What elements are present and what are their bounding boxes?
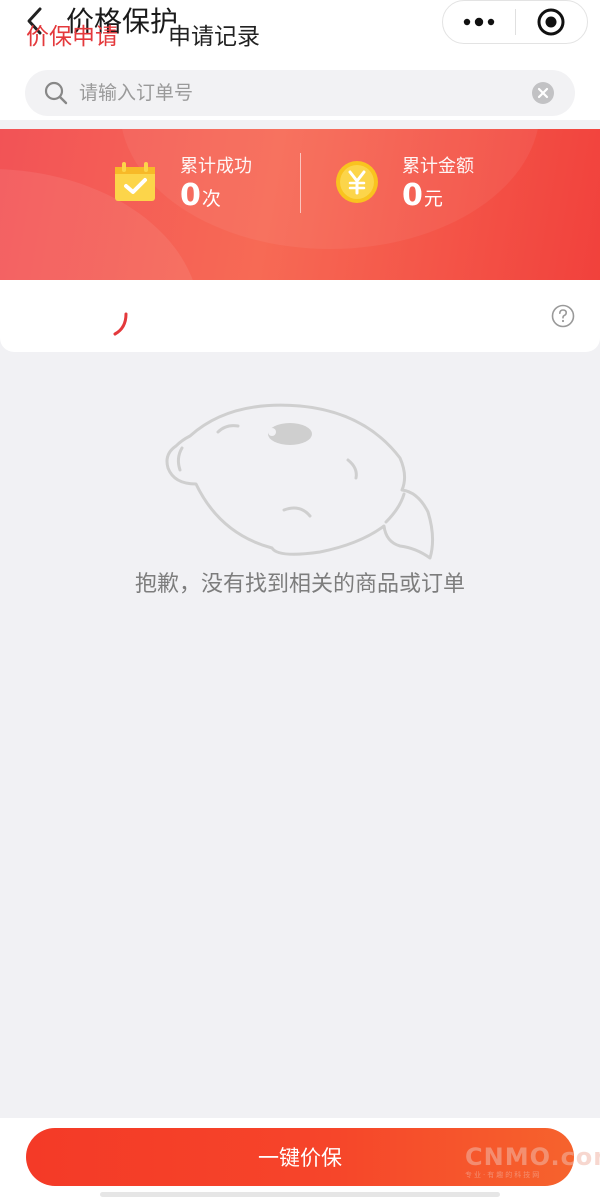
help-circle-icon[interactable] [551, 304, 575, 328]
tab-application-records[interactable]: 申请记录 [168, 22, 260, 52]
stat-label: 累计成功 [180, 156, 252, 177]
tab-bar [0, 280, 600, 352]
stat-value: 0 [180, 178, 201, 213]
search-bar [25, 70, 575, 116]
stat-unit: 元 [423, 188, 443, 210]
more-button[interactable] [443, 0, 515, 44]
stat-unit: 次 [201, 188, 221, 210]
clear-icon[interactable] [531, 81, 555, 105]
fish-mascot-illustration [165, 403, 435, 560]
calendar-check-icon [115, 162, 155, 201]
target-icon [537, 8, 565, 36]
one-click-price-protect-button[interactable]: 一键价保 [26, 1128, 574, 1186]
stat-label: 累计金额 [402, 156, 474, 177]
tab-price-protection-apply[interactable]: 价保申请 [26, 22, 118, 52]
stats-divider [300, 153, 301, 213]
yen-coin-icon [336, 161, 378, 203]
empty-state-message: 抱歉，没有找到相关的商品或订单 [134, 572, 465, 597]
home-indicator [100, 1192, 500, 1197]
order-number-search-input[interactable] [79, 82, 531, 104]
stat-total-amount: 累计金额 0 元 [334, 155, 474, 211]
mini-program-capsule [442, 0, 588, 44]
stats-banner: 累计成功 0 次 累计金额 0 元 [0, 129, 600, 283]
stat-value: 0 [402, 178, 423, 213]
search-icon [43, 80, 69, 106]
stat-success-count: 累计成功 0 次 [112, 155, 252, 211]
more-dots-icon [463, 17, 494, 27]
active-tab-indicator [113, 312, 128, 336]
close-mini-program-button[interactable] [516, 0, 588, 44]
